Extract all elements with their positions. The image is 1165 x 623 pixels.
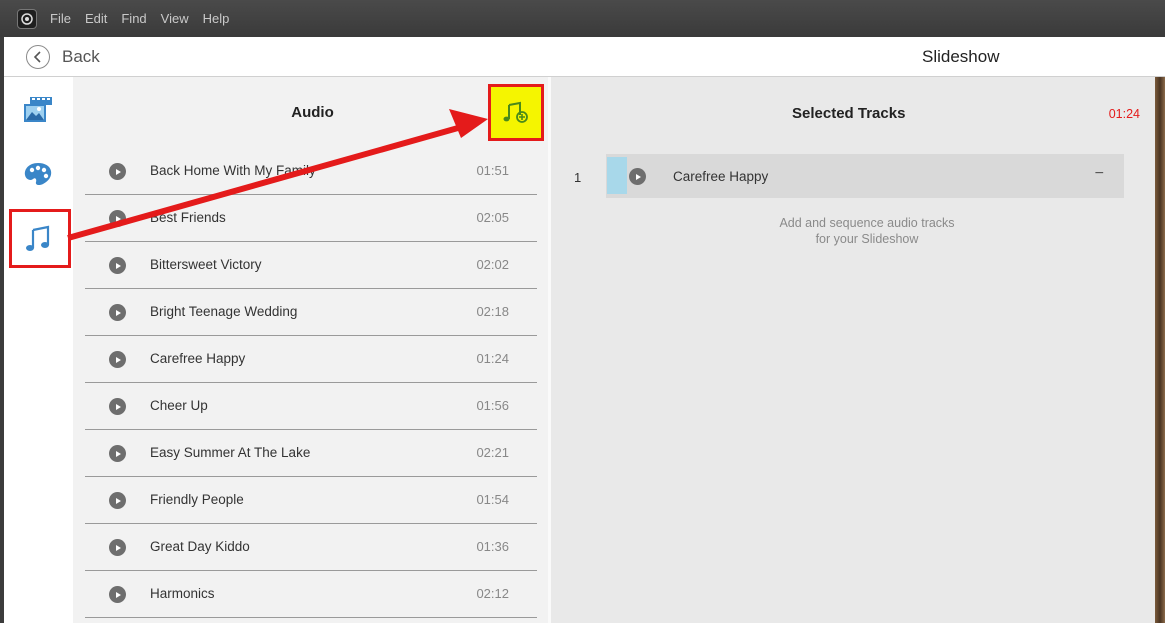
audio-panel-title: Audio: [73, 104, 548, 121]
selected-track-index: 1: [574, 170, 582, 185]
hint-line-1: Add and sequence audio tracks: [779, 216, 955, 230]
track-duration: 02:21: [476, 445, 509, 460]
audio-panel: Audio Back Home With My Family 01:51 Bes…: [73, 77, 548, 623]
annotation-highlight-box: [9, 209, 71, 268]
play-icon[interactable]: [109, 304, 126, 321]
play-icon[interactable]: [109, 163, 126, 180]
play-icon[interactable]: [109, 445, 126, 462]
play-icon[interactable]: [109, 586, 126, 603]
track-name: Cheer Up: [150, 398, 208, 413]
track-duration: 01:24: [476, 351, 509, 366]
back-button[interactable]: Back: [26, 44, 100, 70]
selected-track-row[interactable]: Carefree Happy −: [606, 154, 1124, 198]
track-row[interactable]: Best Friends 02:05: [85, 195, 537, 242]
drag-handle[interactable]: [607, 157, 627, 194]
background-edge: [1155, 77, 1165, 623]
selected-tracks-hint: Add and sequence audio tracks for your S…: [731, 215, 1003, 247]
audio-track-list: Back Home With My Family 01:51 Best Frie…: [85, 148, 537, 618]
track-row[interactable]: Bittersweet Victory 02:02: [85, 242, 537, 289]
track-duration: 01:51: [476, 163, 509, 178]
menu-file[interactable]: File: [50, 11, 71, 26]
selected-tracks-panel: Selected Tracks 01:24 1 Carefree Happy −…: [551, 77, 1155, 623]
play-icon[interactable]: [629, 168, 646, 185]
film-photo-icon: [24, 97, 52, 122]
hint-line-2: for your Slideshow: [815, 232, 919, 246]
track-duration: 02:05: [476, 210, 509, 225]
menu-edit[interactable]: Edit: [85, 11, 107, 26]
chevron-left-icon: [26, 45, 50, 69]
menu-view[interactable]: View: [161, 11, 189, 26]
track-duration: 02:18: [476, 304, 509, 319]
total-duration: 01:24: [1108, 107, 1140, 121]
track-row[interactable]: Bright Teenage Wedding 02:18: [85, 289, 537, 336]
back-label: Back: [62, 47, 100, 66]
page-title: Slideshow: [922, 47, 1000, 66]
header-bar: Back Slideshow: [4, 37, 1165, 77]
icon-sidebar: [4, 77, 73, 623]
track-name: Easy Summer At The Lake: [150, 445, 311, 460]
track-duration: 01:54: [476, 492, 509, 507]
play-icon[interactable]: [109, 210, 126, 227]
track-name: Bittersweet Victory: [150, 257, 262, 272]
track-name: Back Home With My Family: [150, 163, 316, 178]
track-name: Carefree Happy: [150, 351, 246, 366]
track-duration: 02:02: [476, 257, 509, 272]
track-name: Great Day Kiddo: [150, 539, 250, 554]
sidebar-item-themes[interactable]: [19, 155, 57, 193]
play-icon[interactable]: [109, 539, 126, 556]
audio-title-text: Audio: [291, 104, 334, 121]
track-row[interactable]: Friendly People 01:54: [85, 477, 537, 524]
track-row[interactable]: Harmonics 02:12: [85, 571, 537, 618]
menu-help[interactable]: Help: [203, 11, 230, 26]
track-name: Harmonics: [150, 586, 215, 601]
track-row[interactable]: Easy Summer At The Lake 02:21: [85, 430, 537, 477]
track-duration: 02:12: [476, 586, 509, 601]
track-duration: 01:36: [476, 539, 509, 554]
play-icon[interactable]: [109, 492, 126, 509]
app-logo-icon[interactable]: [17, 8, 37, 29]
track-row[interactable]: Carefree Happy 01:24: [85, 336, 537, 383]
menu-find[interactable]: Find: [121, 11, 146, 26]
track-row[interactable]: Back Home With My Family 01:51: [85, 148, 537, 195]
menu-bar: File Edit Find View Help: [0, 0, 1165, 37]
track-name: Bright Teenage Wedding: [150, 304, 298, 319]
track-duration: 01:56: [476, 398, 509, 413]
add-music-button[interactable]: [488, 84, 544, 141]
track-row[interactable]: Cheer Up 01:56: [85, 383, 537, 430]
track-row[interactable]: Great Day Kiddo 01:36: [85, 524, 537, 571]
add-music-icon: [503, 101, 528, 123]
play-icon[interactable]: [109, 398, 126, 415]
app-window: File Edit Find View Help Back Slideshow: [0, 0, 1165, 623]
palette-icon: [24, 163, 52, 186]
sidebar-item-media[interactable]: [19, 91, 57, 129]
track-name: Best Friends: [150, 210, 226, 225]
play-icon[interactable]: [109, 257, 126, 274]
selected-tracks-title: Selected Tracks: [792, 105, 906, 122]
track-name: Friendly People: [150, 492, 244, 507]
remove-track-button[interactable]: −: [1095, 165, 1104, 183]
selected-track-name: Carefree Happy: [673, 169, 769, 184]
play-icon[interactable]: [109, 351, 126, 368]
